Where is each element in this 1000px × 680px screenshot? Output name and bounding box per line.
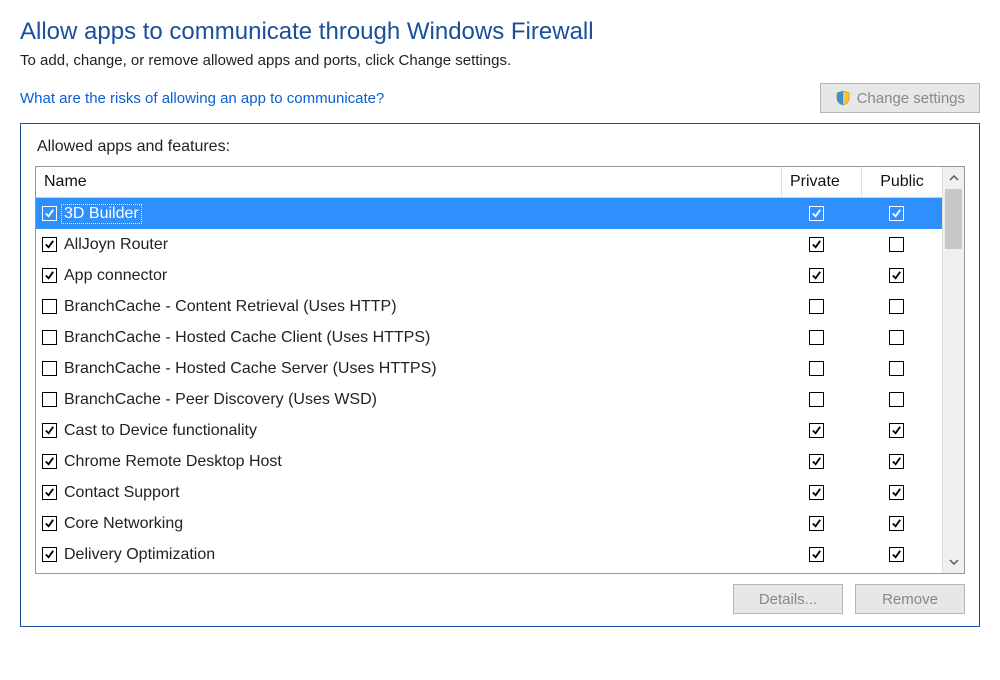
enable-checkbox[interactable] bbox=[42, 206, 57, 221]
scroll-down-icon[interactable] bbox=[943, 551, 964, 573]
table-row[interactable]: Cast to Device functionality bbox=[36, 415, 942, 446]
enable-checkbox[interactable] bbox=[42, 454, 57, 469]
public-checkbox[interactable] bbox=[889, 237, 904, 252]
enable-checkbox[interactable] bbox=[42, 516, 57, 531]
private-checkbox[interactable] bbox=[809, 299, 824, 314]
table-row[interactable]: BranchCache - Peer Discovery (Uses WSD) bbox=[36, 384, 942, 415]
app-name-label: 3D Builder bbox=[61, 204, 142, 224]
private-checkbox[interactable] bbox=[809, 516, 824, 531]
details-button[interactable]: Details... bbox=[733, 584, 843, 614]
private-checkbox[interactable] bbox=[809, 361, 824, 376]
public-checkbox[interactable] bbox=[889, 454, 904, 469]
public-checkbox[interactable] bbox=[889, 268, 904, 283]
table-row[interactable]: Contact Support bbox=[36, 477, 942, 508]
public-checkbox[interactable] bbox=[889, 299, 904, 314]
private-checkbox[interactable] bbox=[809, 392, 824, 407]
scroll-thumb[interactable] bbox=[945, 189, 962, 249]
app-name-label: BranchCache - Content Retrieval (Uses HT… bbox=[61, 297, 400, 317]
scroll-track[interactable] bbox=[943, 189, 964, 551]
private-checkbox[interactable] bbox=[809, 206, 824, 221]
column-name[interactable]: Name bbox=[36, 167, 782, 197]
enable-checkbox[interactable] bbox=[42, 299, 57, 314]
app-name-label: Delivery Optimization bbox=[61, 545, 218, 565]
scroll-up-icon[interactable] bbox=[943, 167, 964, 189]
table-row[interactable]: Core Networking bbox=[36, 508, 942, 539]
page-subtext: To add, change, or remove allowed apps a… bbox=[20, 52, 980, 69]
allowed-apps-panel: Allowed apps and features: Name Private … bbox=[20, 123, 980, 627]
list-header: Name Private Public bbox=[36, 167, 942, 198]
public-checkbox[interactable] bbox=[889, 516, 904, 531]
app-name-label: AllJoyn Router bbox=[61, 235, 171, 255]
enable-checkbox[interactable] bbox=[42, 392, 57, 407]
page-title: Allow apps to communicate through Window… bbox=[20, 18, 980, 46]
app-name-label: Chrome Remote Desktop Host bbox=[61, 452, 285, 472]
enable-checkbox[interactable] bbox=[42, 330, 57, 345]
column-public[interactable]: Public bbox=[862, 167, 942, 197]
private-checkbox[interactable] bbox=[809, 237, 824, 252]
apps-list: Name Private Public 3D Builder AllJoyn Ro… bbox=[35, 166, 965, 574]
public-checkbox[interactable] bbox=[889, 423, 904, 438]
table-row[interactable]: Chrome Remote Desktop Host bbox=[36, 446, 942, 477]
app-name-label: Core Networking bbox=[61, 514, 186, 534]
public-checkbox[interactable] bbox=[889, 485, 904, 500]
panel-title: Allowed apps and features: bbox=[37, 138, 965, 156]
enable-checkbox[interactable] bbox=[42, 485, 57, 500]
app-name-label: BranchCache - Peer Discovery (Uses WSD) bbox=[61, 390, 380, 410]
private-checkbox[interactable] bbox=[809, 423, 824, 438]
column-private[interactable]: Private bbox=[782, 167, 862, 197]
public-checkbox[interactable] bbox=[889, 547, 904, 562]
public-checkbox[interactable] bbox=[889, 330, 904, 345]
table-row[interactable]: App connector bbox=[36, 260, 942, 291]
app-name-label: Cast to Device functionality bbox=[61, 421, 260, 441]
enable-checkbox[interactable] bbox=[42, 268, 57, 283]
shield-icon bbox=[835, 90, 851, 106]
private-checkbox[interactable] bbox=[809, 268, 824, 283]
public-checkbox[interactable] bbox=[889, 392, 904, 407]
app-name-label: BranchCache - Hosted Cache Client (Uses … bbox=[61, 328, 433, 348]
risks-link[interactable]: What are the risks of allowing an app to… bbox=[20, 90, 384, 107]
table-row[interactable]: BranchCache - Content Retrieval (Uses HT… bbox=[36, 291, 942, 322]
enable-checkbox[interactable] bbox=[42, 237, 57, 252]
enable-checkbox[interactable] bbox=[42, 547, 57, 562]
enable-checkbox[interactable] bbox=[42, 361, 57, 376]
remove-button[interactable]: Remove bbox=[855, 584, 965, 614]
private-checkbox[interactable] bbox=[809, 330, 824, 345]
private-checkbox[interactable] bbox=[809, 485, 824, 500]
table-row[interactable]: 3D Builder bbox=[36, 198, 942, 229]
table-row[interactable]: AllJoyn Router bbox=[36, 229, 942, 260]
table-row[interactable]: BranchCache - Hosted Cache Server (Uses … bbox=[36, 353, 942, 384]
table-row[interactable]: Delivery Optimization bbox=[36, 539, 942, 570]
table-row[interactable]: BranchCache - Hosted Cache Client (Uses … bbox=[36, 322, 942, 353]
scrollbar[interactable] bbox=[942, 167, 964, 573]
public-checkbox[interactable] bbox=[889, 206, 904, 221]
app-name-label: Contact Support bbox=[61, 483, 183, 503]
private-checkbox[interactable] bbox=[809, 547, 824, 562]
app-name-label: BranchCache - Hosted Cache Server (Uses … bbox=[61, 359, 440, 379]
change-settings-button[interactable]: Change settings bbox=[820, 83, 980, 113]
private-checkbox[interactable] bbox=[809, 454, 824, 469]
app-name-label: App connector bbox=[61, 266, 170, 286]
public-checkbox[interactable] bbox=[889, 361, 904, 376]
enable-checkbox[interactable] bbox=[42, 423, 57, 438]
change-settings-label: Change settings bbox=[857, 90, 965, 107]
